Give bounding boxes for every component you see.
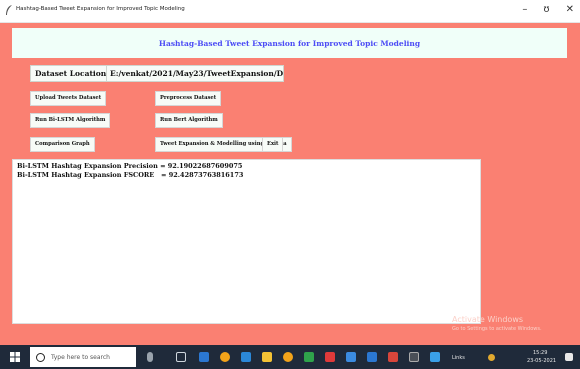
app-header: Hashtag-Based Tweet Expansion for Improv… — [12, 28, 567, 58]
app-icon[interactable] — [388, 352, 398, 362]
clock-date[interactable]: 23-05-2021 — [527, 358, 556, 364]
app-icon[interactable] — [346, 352, 356, 362]
activate-windows-watermark: Activate Windows — [452, 315, 524, 324]
search-placeholder: Type here to search — [51, 353, 110, 361]
minimize-button[interactable]: – — [522, 4, 527, 16]
run-bilstm-button[interactable]: Run Bi-LSTM Algorithm — [30, 113, 111, 128]
preprocess-dataset-button[interactable]: Preprocess Dataset — [155, 91, 222, 106]
chrome-icon[interactable] — [283, 352, 293, 362]
search-icon — [36, 352, 45, 362]
close-button[interactable]: ✕ — [566, 4, 574, 16]
links-label[interactable]: Links — [452, 355, 465, 361]
app-icon[interactable] — [409, 352, 419, 362]
comparison-graph-button[interactable]: Comparison Graph — [30, 137, 95, 152]
run-bert-button[interactable]: Run Bert Algorithm — [155, 113, 223, 128]
dataset-path-field[interactable]: E:/venkat/2021/May23/TweetExpansion/Data… — [106, 65, 284, 82]
edge-icon[interactable] — [199, 352, 209, 362]
store-icon[interactable] — [304, 352, 314, 362]
chrome-icon[interactable] — [220, 352, 230, 362]
app-icon[interactable] — [367, 352, 377, 362]
python-icon[interactable] — [430, 352, 440, 362]
notification-icon[interactable] — [565, 353, 573, 361]
output-line: Bi-LSTM Hashtag Expansion FSCORE = 92.42… — [17, 171, 244, 179]
app-window: Hashtag-Based Tweet Expansion for Improv… — [0, 23, 580, 345]
window-titlebar: Hashtag-Based Tweet Expansion for Improv… — [0, 0, 580, 23]
app-title: Hashtag-Based Tweet Expansion for Improv… — [158, 38, 421, 48]
clock-time[interactable]: 15:29 — [533, 350, 547, 356]
upload-tweets-dataset-button[interactable]: Upload Tweets Dataset — [30, 91, 107, 106]
window-title: Hashtag-Based Tweet Expansion for Improv… — [16, 6, 185, 12]
weather-icon[interactable] — [488, 354, 495, 361]
acrobat-icon[interactable] — [325, 352, 335, 362]
dataset-location-label: Dataset Location — [30, 65, 112, 82]
taskbar: Type here to search Links 15:29 23-05-20… — [0, 345, 580, 369]
file-explorer-icon[interactable] — [262, 352, 272, 362]
output-textarea[interactable]: Bi-LSTM Hashtag Expansion Precision = 92… — [12, 159, 481, 324]
feather-icon — [6, 5, 12, 15]
maximize-button[interactable]: ʊ — [543, 4, 549, 16]
exit-button[interactable]: Exit — [262, 137, 284, 152]
task-view-icon[interactable] — [176, 352, 186, 362]
windows-start-icon[interactable] — [10, 352, 20, 362]
microphone-icon[interactable] — [147, 352, 153, 362]
taskbar-search-box[interactable]: Type here to search — [30, 347, 136, 367]
activate-windows-subtitle: Go to Settings to activate Windows. — [452, 326, 542, 332]
edge-icon[interactable] — [241, 352, 251, 362]
output-line: Bi-LSTM Hashtag Expansion Precision = 92… — [17, 162, 243, 170]
window-controls: – ʊ ✕ — [522, 4, 574, 16]
